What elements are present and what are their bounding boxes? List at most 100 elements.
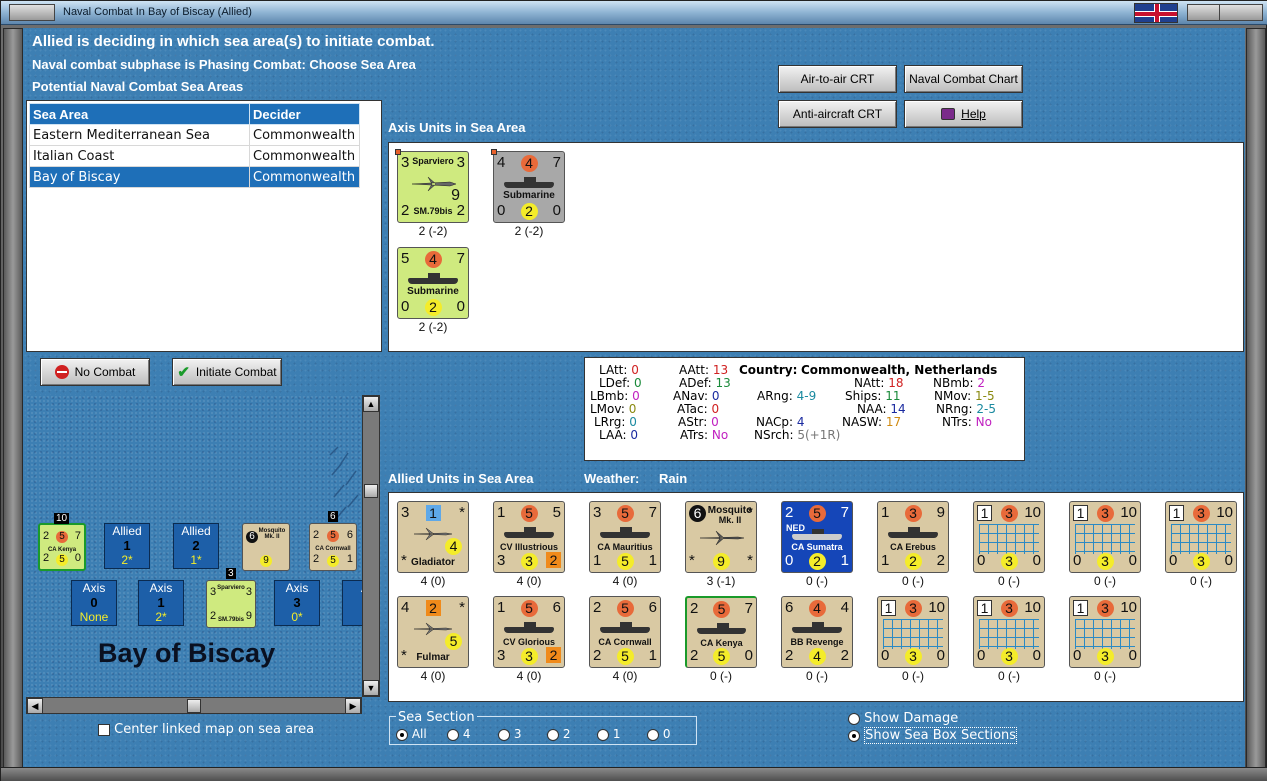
stat-atrs: ATrs: No	[680, 428, 729, 442]
scroll-down-button[interactable]: ▼	[363, 680, 379, 696]
unit-counter-bb-revenge[interactable]: 6 4 4 BB Revenge 2 4 2	[781, 596, 853, 668]
stat-lrrg: LRrg: 0	[594, 415, 637, 429]
sea-box-allied-1[interactable]: Allied 1 2*	[104, 523, 150, 569]
radio-label: 4	[462, 727, 471, 741]
unit-counter-convoy[interactable]: 1 3 10 0 3 0	[1069, 596, 1141, 668]
title-bar: Naval Combat In Bay of Biscay (Allied)	[1, 1, 1267, 25]
counter-value: 6	[648, 599, 657, 616]
radio-button[interactable]	[848, 712, 860, 725]
map-counter-ca-cornwall[interactable]: 2 5 6 CA Cornwall 2 5 1	[309, 523, 357, 571]
stat-astr: AStr: 0	[678, 415, 719, 429]
scroll-up-button[interactable]: ▲	[363, 396, 379, 412]
sea-section-3[interactable]: 3	[498, 727, 521, 741]
sea-section-4[interactable]: 4	[447, 727, 470, 741]
system-menu-button[interactable]	[9, 4, 55, 21]
unit-counter-ca-kenya[interactable]: 2 5 7 CA Kenya 2 5 0	[685, 596, 757, 668]
bomber-icon	[699, 530, 744, 546]
counter-value: 3	[1000, 505, 1018, 522]
sea-section-1[interactable]: 1	[597, 727, 620, 741]
center-map-label: Center linked map on sea area	[114, 722, 315, 737]
sea-box-count: 2*	[121, 553, 133, 567]
unit-counter-ca-cornwall[interactable]: 2 5 6 CA Cornwall 2 5 1	[589, 596, 661, 668]
unit-counter-ca-sumatra[interactable]: 2 5 7 NED CA Sumatra 0 2 1	[781, 501, 853, 573]
unit-counter-convoy[interactable]: 1 3 10 0 3 0	[877, 596, 949, 668]
linked-sea-area-map[interactable]: 2 5 7 CA Kenya 2 5 0 10 Allied 1 2* Alli…	[26, 395, 362, 697]
decider-cell: Commonwealth	[249, 145, 360, 167]
table-row[interactable]: Eastern Mediterranean Sea Commonwealth	[29, 124, 360, 146]
sea-section-all[interactable]: All	[396, 727, 427, 741]
unit-counter-gladiator[interactable]: 3 1 * 4 * Gladiator	[397, 501, 469, 573]
unit-counter-submarine[interactable]: 4 4 7 Submarine 0 2 0	[491, 149, 565, 223]
unit-counter-ca-erebus[interactable]: 1 3 9 CA Erebus 1 2 2	[877, 501, 949, 573]
show-damage-option[interactable]: Show Damage	[848, 711, 958, 726]
radio-label: 2	[562, 727, 571, 741]
unit-step-value: 0 (-)	[902, 574, 924, 588]
close-button[interactable]	[1219, 4, 1263, 21]
show-sea-box-sections-option[interactable]: Show Sea Box Sections	[848, 727, 1018, 744]
counter-value: 3	[1096, 505, 1114, 522]
radio-button[interactable]	[547, 728, 559, 741]
map-vertical-scrollbar[interactable]: ▲ ▼	[362, 395, 380, 697]
map-horizontal-scrollbar[interactable]: ◀ ▶	[26, 697, 362, 714]
map-counter-sparviero[interactable]: 3 Sparviero 3 2 SM.79bis 9	[206, 580, 256, 628]
table-row[interactable]: Italian Coast Commonwealth	[29, 145, 360, 167]
radio-button[interactable]	[647, 728, 659, 741]
unit-counter-submarine[interactable]: 5 4 7 Submarine 0 2 0	[397, 247, 469, 319]
sea-box-allied-2[interactable]: Allied 2 1*	[173, 523, 219, 569]
help-button[interactable]: Help	[904, 100, 1023, 128]
counter-value: 0	[1032, 552, 1041, 569]
sea-box-axis-1[interactable]: Axis 1 2*	[138, 580, 184, 626]
unit-counter-fulmar[interactable]: 4 2 * 5 * Fulmar	[397, 596, 469, 668]
counter-value: 5	[520, 600, 538, 617]
air-to-air-crt-button[interactable]: Air-to-air CRT	[778, 65, 897, 93]
sea-section-0[interactable]: 0	[647, 727, 670, 741]
counter-value: 1	[346, 553, 353, 565]
carrier-icon	[504, 527, 554, 538]
unit-counter-cv-illustrious[interactable]: 1 5 5 CV Illustrious 3 3 2	[493, 501, 565, 573]
counter-name: CA Sumatra	[791, 542, 843, 552]
center-map-checkbox[interactable]	[98, 723, 110, 736]
scroll-thumb[interactable]	[187, 699, 201, 713]
radio-button[interactable]	[597, 728, 609, 741]
counter-value: 5	[616, 600, 634, 617]
unit-counter-convoy[interactable]: 1 3 10 0 3 0	[973, 501, 1045, 573]
table-row-selected[interactable]: Bay of Biscay Commonwealth	[29, 166, 360, 188]
stack-count-badge: 10	[54, 513, 70, 524]
unit-counter-ca-mauritius[interactable]: 3 5 7 CA Mauritius 1 5 1	[589, 501, 661, 573]
counter-value: 1	[648, 647, 657, 664]
scroll-left-button[interactable]: ◀	[27, 698, 43, 714]
unit-counter-convoy[interactable]: 1 3 10 0 3 0	[1069, 501, 1141, 573]
radio-button[interactable]	[447, 728, 459, 741]
radio-button[interactable]	[848, 729, 860, 742]
sea-section-2[interactable]: 2	[547, 727, 570, 741]
sea-box-side: Axis	[285, 581, 309, 595]
counter-name: CA Erebus	[890, 542, 936, 552]
unit-counter-sparviero[interactable]: 3 Sparviero 3 9 2 SM.79bis 2	[395, 149, 469, 223]
convoy-icon	[1171, 524, 1231, 554]
unit-counter-convoy[interactable]: 1 3 10 0 3 0	[1165, 501, 1237, 573]
radio-button[interactable]	[396, 728, 408, 741]
map-counter-ca-kenya[interactable]: 2 5 7 CA Kenya 2 5 0	[38, 523, 86, 571]
anti-aircraft-crt-button[interactable]: Anti-aircraft CRT	[778, 100, 897, 128]
initiate-combat-button[interactable]: ✔ Initiate Combat	[172, 358, 282, 386]
naval-combat-chart-button[interactable]: Naval Combat Chart	[904, 65, 1023, 93]
unit-counter-mosquito[interactable]: 6 Mosquito Mk. II * * 9 *	[685, 501, 757, 573]
center-map-option[interactable]: Center linked map on sea area	[98, 722, 314, 737]
col-header-sea-area[interactable]: Sea Area	[29, 103, 250, 125]
stat-nasw: NASW: 17	[842, 415, 902, 429]
scroll-right-button[interactable]: ▶	[345, 698, 361, 714]
col-header-decider[interactable]: Decider	[249, 103, 360, 125]
no-combat-button[interactable]: No Combat	[40, 358, 150, 386]
unit-counter-convoy[interactable]: 1 3 10 0 3 0	[973, 596, 1045, 668]
sea-box-axis-partial[interactable]: A	[342, 580, 362, 626]
sea-box-axis-3[interactable]: Axis 3 0*	[274, 580, 320, 626]
stack-count-badge: 6	[328, 511, 338, 522]
scroll-thumb[interactable]	[364, 484, 378, 498]
unit-counter-cv-glorious[interactable]: 1 5 6 CV Glorious 3 3 2	[493, 596, 565, 668]
counter-value: 3	[904, 648, 922, 665]
map-counter-mosquito[interactable]: 6 Mosquito Mk. II 9	[242, 523, 290, 571]
sea-box-axis-0[interactable]: Axis 0 None	[71, 580, 117, 626]
radio-button[interactable]	[498, 728, 510, 741]
counter-value: *	[459, 504, 465, 521]
convoy-icon	[883, 619, 943, 649]
